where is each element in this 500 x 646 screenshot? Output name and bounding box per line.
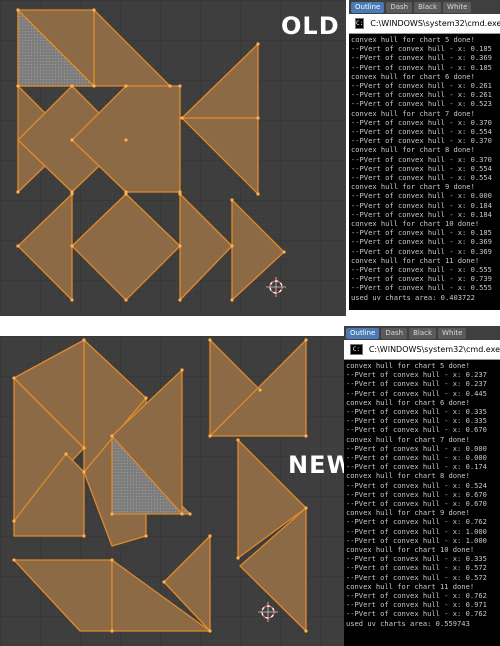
tab-black[interactable]: Black [414, 1, 442, 13]
uv-canvas-new[interactable] [0, 336, 346, 646]
console-line: --PVert of convex hull - x: 0.370 [351, 117, 492, 127]
console-line: --PVert of convex hull - x: 0.555 [351, 283, 492, 293]
console-line: --PVert of convex hull - x: 0.237 [346, 379, 487, 389]
console-line: --PVert of convex hull - x: 0.184 [351, 200, 492, 210]
console-line: convex hull for chart 11 done! [346, 581, 475, 591]
console-line: convex hull for chart 6 done! [346, 397, 470, 407]
tab-white[interactable]: White [443, 1, 472, 13]
console-line: --PVert of convex hull - x: 0.369 [351, 53, 492, 63]
console-output: convex hull for chart 5 done! --PVert of … [346, 361, 500, 628]
console-line: --PVert of convex hull - x: 0.554 [351, 127, 492, 137]
console-line: --PVert of convex hull - x: 0.762 [346, 609, 487, 619]
console-line: --PVert of convex hull - x: 1.000 [346, 526, 487, 536]
console-line: --PVert of convex hull - x: 0.261 [351, 90, 492, 100]
console-line: --PVert of convex hull - x: 0.335 [346, 554, 487, 564]
console-line: --PVert of convex hull - x: 0.670 [346, 499, 487, 509]
console-line: convex hull for chart 8 done! [351, 145, 475, 155]
console-titlebar[interactable]: C: C:\WINDOWS\system32\cmd.exe [344, 340, 500, 360]
console-output: convex hull for chart 5 done! --PVert of … [351, 35, 500, 302]
cmd-icon: C: [355, 18, 365, 29]
tab-bar: Outline Dash Black White [349, 0, 500, 14]
console-line: --PVert of convex hull - x: 0.185 [351, 62, 492, 72]
console-line: --PVert of convex hull - x: 0.335 [346, 416, 487, 426]
console-line: --PVert of convex hull - x: 0.762 [346, 591, 487, 601]
console-line: --PVert of convex hull - x: 0.335 [346, 407, 487, 417]
tab-dash[interactable]: Dash [381, 327, 408, 339]
console-line: convex hull for chart 8 done! [346, 471, 470, 481]
separator [349, 310, 500, 312]
console-title: C:\WINDOWS\system32\cmd.exe [370, 19, 500, 28]
console-line: --PVert of convex hull - x: 0.000 [346, 453, 487, 463]
console-line: convex hull for chart 6 done! [351, 71, 475, 81]
console-line: convex hull for chart 9 done! [351, 182, 475, 192]
console-line: convex hull for chart 7 done! [351, 108, 475, 118]
console-line: --PVert of convex hull - x: 0.762 [346, 517, 487, 527]
console-line: --PVert of convex hull - x: 0.000 [351, 191, 492, 201]
console-line: --PVert of convex hull - x: 0.369 [351, 237, 492, 247]
console-line: convex hull for chart 11 done! [351, 255, 480, 265]
console-window-new[interactable]: Outline Dash Black White C: C:\WINDOWS\s… [344, 326, 500, 646]
console-line: --PVert of convex hull - x: 0.572 [346, 563, 487, 573]
console-line: --PVert of convex hull - x: 0.369 [351, 246, 492, 256]
tab-black[interactable]: Black [409, 327, 437, 339]
console-line: --PVert of convex hull - x: 0.572 [346, 572, 487, 582]
console-line: --PVert of convex hull - x: 1.000 [346, 535, 487, 545]
uv-editor-old[interactable]: OLD [0, 0, 346, 316]
console-line: --PVert of convex hull - x: 0.670 [346, 425, 487, 435]
console-line: --PVert of convex hull - x: 0.000 [346, 443, 487, 453]
console-line: --PVert of convex hull - x: 0.670 [346, 489, 487, 499]
uv-editor-new[interactable]: NEW [0, 336, 353, 646]
console-line: --PVert of convex hull - x: 0.185 [351, 44, 492, 54]
tab-dash[interactable]: Dash [386, 1, 413, 13]
console-line: --PVert of convex hull - x: 0.237 [346, 370, 487, 380]
console-line: convex hull for chart 10 done! [346, 545, 475, 555]
console-line: --PVert of convex hull - x: 0.524 [346, 480, 487, 490]
tab-outline[interactable]: Outline [351, 1, 385, 13]
old-label: OLD [281, 12, 340, 40]
tab-outline[interactable]: Outline [346, 327, 380, 339]
console-line: convex hull for chart 5 done! [351, 35, 475, 44]
console-line: --PVert of convex hull - x: 0.445 [346, 388, 487, 398]
console-line: --PVert of convex hull - x: 0.739 [351, 274, 492, 284]
console-line: used uv charts area: 0.403722 [351, 292, 475, 302]
console-line: --PVert of convex hull - x: 0.523 [351, 99, 492, 109]
console-line: convex hull for chart 10 done! [351, 219, 480, 229]
console-line: convex hull for chart 9 done! [346, 508, 470, 518]
tab-white[interactable]: White [438, 327, 467, 339]
console-titlebar[interactable]: C: C:\WINDOWS\system32\cmd.exe [349, 14, 500, 34]
console-line: --PVert of convex hull - x: 0.555 [351, 265, 492, 275]
console-line: convex hull for chart 7 done! [346, 434, 470, 444]
console-line: --PVert of convex hull - x: 0.554 [351, 173, 492, 183]
console-line: --PVert of convex hull - x: 0.184 [351, 209, 492, 219]
uv-canvas-old[interactable] [0, 0, 346, 316]
console-line: --PVert of convex hull - x: 0.971 [346, 600, 487, 610]
console-line: --PVert of convex hull - x: 0.261 [351, 81, 492, 91]
console-line: convex hull for chart 5 done! [346, 361, 470, 370]
console-line: --PVert of convex hull - x: 0.174 [346, 462, 487, 472]
console-window-old[interactable]: Outline Dash Black White C: C:\WINDOWS\s… [349, 0, 500, 310]
console-line: --PVert of convex hull - x: 0.554 [351, 163, 492, 173]
console-line: --PVert of convex hull - x: 0.185 [351, 228, 492, 238]
console-line: --PVert of convex hull - x: 0.370 [351, 154, 492, 164]
cmd-icon: C: [350, 344, 363, 355]
console-line: used uv charts area: 0.559743 [346, 618, 470, 628]
console-title: C:\WINDOWS\system32\cmd.exe [368, 345, 500, 354]
console-line: --PVert of convex hull - x: 0.370 [351, 136, 492, 146]
tab-bar: Outline Dash Black White [344, 326, 500, 340]
